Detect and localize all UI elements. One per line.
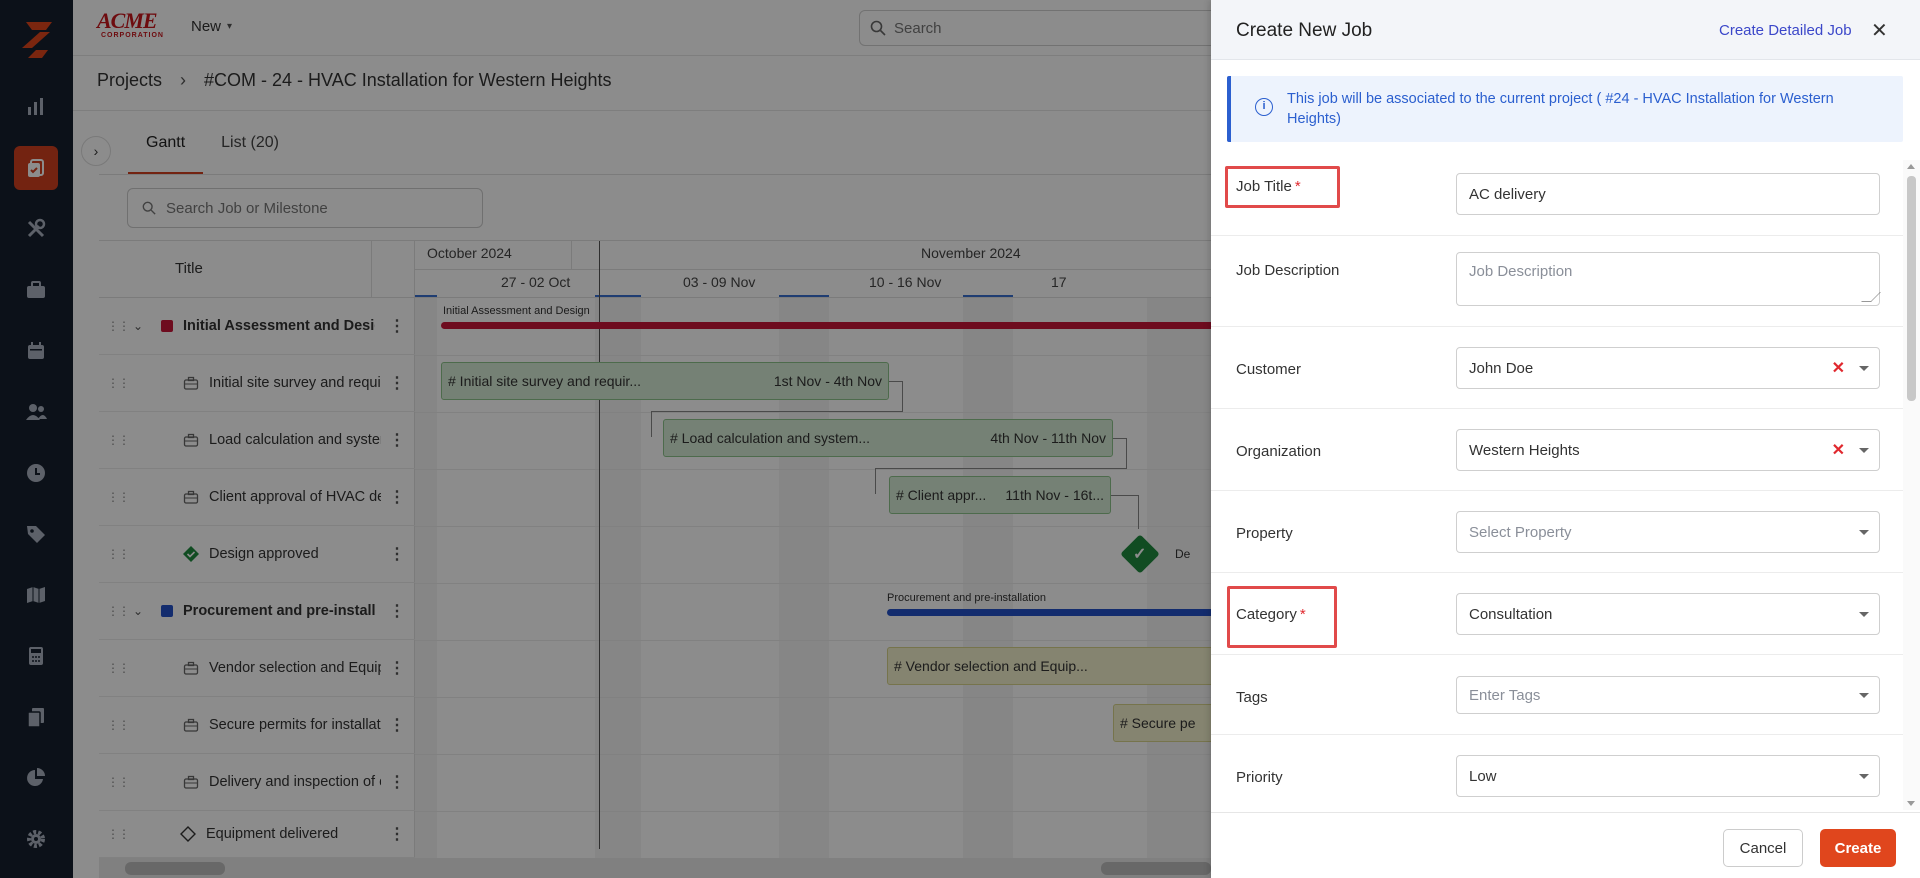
- job-title-value: AC delivery: [1469, 185, 1546, 203]
- resize-handle-icon[interactable]: [1861, 292, 1881, 302]
- customer-select[interactable]: John Doe ✕: [1456, 347, 1880, 389]
- priority-select[interactable]: Low: [1456, 755, 1880, 797]
- clear-icon[interactable]: ✕: [1832, 440, 1845, 460]
- tags-label: Tags: [1236, 689, 1268, 706]
- tags-placeholder: Enter Tags: [1469, 686, 1541, 704]
- caret-down-icon: [1859, 611, 1869, 617]
- form-row-customer: Customer John Doe ✕: [1211, 327, 1903, 409]
- caret-down-icon: [1859, 365, 1869, 371]
- customer-label: Customer: [1236, 361, 1302, 378]
- job-description-label: Job Description: [1236, 262, 1340, 279]
- modal-backdrop[interactable]: [0, 0, 1211, 878]
- form-row-tags: Tags Enter Tags: [1211, 655, 1903, 735]
- scrollbar-thumb[interactable]: [1907, 176, 1916, 401]
- scroll-down-icon[interactable]: [1907, 801, 1915, 806]
- form-row-job-description: Job Description Job Description: [1211, 236, 1903, 327]
- form-row-property: Property Select Property: [1211, 491, 1903, 573]
- property-placeholder: Select Property: [1469, 523, 1572, 541]
- info-banner-text: This job will be associated to the curre…: [1287, 91, 1834, 127]
- organization-value: Western Heights: [1469, 441, 1580, 459]
- job-description-textarea[interactable]: Job Description: [1456, 252, 1881, 306]
- property-label: Property: [1236, 525, 1293, 542]
- caret-down-icon: [1859, 447, 1869, 453]
- create-job-drawer: Create New Job Create Detailed Job ✕ i T…: [1211, 0, 1920, 878]
- customer-value: John Doe: [1469, 359, 1534, 377]
- drawer-footer: Cancel Create: [1211, 812, 1920, 878]
- highlight-box: [1225, 166, 1340, 208]
- caret-down-icon: [1859, 692, 1869, 698]
- drawer-title: Create New Job: [1236, 20, 1373, 41]
- form-row-priority: Priority Low: [1211, 735, 1903, 810]
- highlight-box: [1227, 586, 1337, 648]
- organization-select[interactable]: Western Heights ✕: [1456, 429, 1880, 471]
- scroll-up-icon[interactable]: [1907, 164, 1915, 169]
- property-select[interactable]: Select Property: [1456, 511, 1880, 553]
- create-button[interactable]: Create: [1820, 829, 1896, 867]
- clear-icon[interactable]: ✕: [1832, 358, 1845, 378]
- organization-label: Organization: [1236, 443, 1322, 460]
- priority-value: Low: [1469, 767, 1497, 785]
- category-select[interactable]: Consultation: [1456, 593, 1880, 635]
- category-value: Consultation: [1469, 605, 1553, 623]
- info-banner: i This job will be associated to the cur…: [1227, 76, 1903, 142]
- close-icon[interactable]: ✕: [1871, 18, 1888, 43]
- form-row-organization: Organization Western Heights ✕: [1211, 409, 1903, 491]
- form-row-job-title: Job Title * AC delivery: [1211, 160, 1903, 236]
- form-scrollbar[interactable]: [1903, 160, 1920, 810]
- info-icon: i: [1255, 98, 1273, 116]
- job-description-placeholder: Job Description: [1469, 263, 1573, 280]
- tags-input[interactable]: Enter Tags: [1456, 676, 1880, 714]
- job-title-input[interactable]: AC delivery: [1456, 173, 1880, 215]
- caret-down-icon: [1859, 529, 1869, 535]
- create-detailed-job-link[interactable]: Create Detailed Job: [1719, 22, 1852, 39]
- drawer-header: Create New Job Create Detailed Job ✕: [1211, 0, 1920, 60]
- priority-label: Priority: [1236, 769, 1283, 786]
- job-form: Job Title * AC delivery Job Description J…: [1211, 160, 1903, 810]
- cancel-button[interactable]: Cancel: [1723, 829, 1803, 867]
- caret-down-icon: [1859, 773, 1869, 779]
